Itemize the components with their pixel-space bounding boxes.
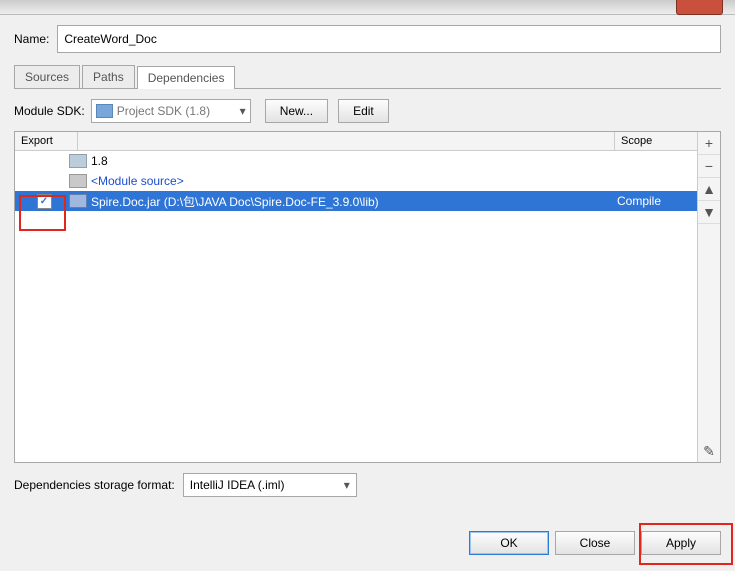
tab-dependencies[interactable]: Dependencies [137,66,236,89]
chevron-down-icon: ▾ [240,104,246,118]
storage-format-value: IntelliJ IDEA (.iml) [190,478,285,492]
tab-sources[interactable]: Sources [14,65,80,88]
module-icon [69,174,87,188]
move-up-button[interactable]: ▲ [698,178,720,201]
folder-icon [96,104,113,118]
storage-format-select[interactable]: IntelliJ IDEA (.iml) ▾ [183,473,357,497]
export-checkbox[interactable]: ✓ [37,194,52,209]
apply-button[interactable]: Apply [641,531,721,555]
add-button[interactable]: + [698,132,720,155]
table-row[interactable]: ✓ Spire.Doc.jar (D:\包\JAVA Doc\Spire.Doc… [15,191,697,211]
window-titlebar [0,0,735,15]
chevron-down-icon: ▾ [344,478,350,492]
table-row[interactable]: <Module source> [15,171,697,191]
ok-button[interactable]: OK [469,531,549,555]
row-scope[interactable]: Compile [611,194,693,208]
row-label: 1.8 [91,154,611,168]
name-label: Name: [14,32,49,46]
close-button[interactable]: Close [555,531,635,555]
sdk-icon [69,154,87,168]
jar-icon [69,194,87,208]
window-close-button[interactable] [676,0,723,15]
module-sdk-select[interactable]: Project SDK (1.8) ▾ [91,99,251,123]
tabs-bar: Sources Paths Dependencies [14,65,721,89]
edit-entry-button[interactable]: ✎ [698,440,720,462]
col-scope[interactable]: Scope [614,132,697,150]
edit-sdk-button[interactable]: Edit [338,99,389,123]
module-sdk-label: Module SDK: [14,104,85,118]
tab-paths[interactable]: Paths [82,65,135,88]
move-down-button[interactable]: ▼ [698,201,720,224]
dependencies-table: Export Scope 1.8 <Module source> [14,131,721,463]
row-label: <Module source> [91,174,611,188]
row-label: Spire.Doc.jar (D:\包\JAVA Doc\Spire.Doc-F… [91,193,611,210]
table-toolbar: + − ▲ ▼ ✎ [697,132,720,462]
col-export[interactable]: Export [15,132,78,150]
name-input[interactable] [57,25,721,53]
new-sdk-button[interactable]: New... [265,99,328,123]
remove-button[interactable]: − [698,155,720,178]
module-sdk-value: Project SDK (1.8) [117,104,240,118]
table-row[interactable]: 1.8 [15,151,697,171]
dialog-buttons: OK Close Apply [463,531,721,555]
storage-format-label: Dependencies storage format: [14,478,175,492]
table-header: Export Scope [15,132,697,151]
